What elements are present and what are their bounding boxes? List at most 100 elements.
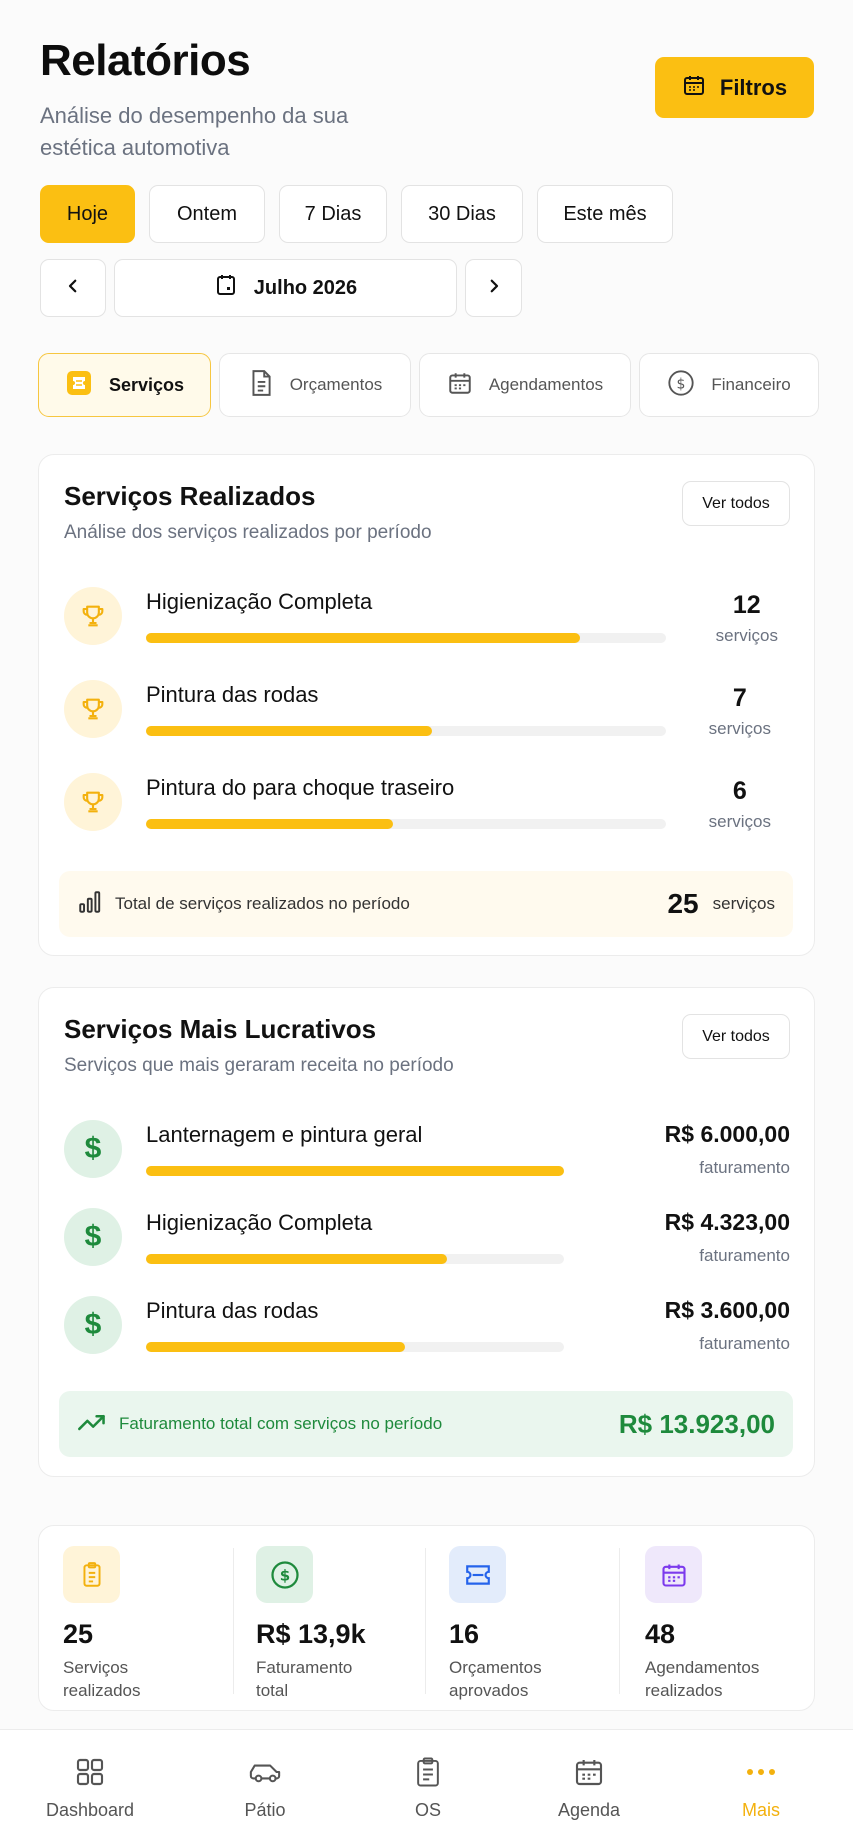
stat-services[interactable]: 25 Serviços realizados: [63, 1546, 193, 1702]
bar-chart-icon: [77, 889, 103, 920]
list-item[interactable]: $ Higienização Completa R$ 4.323,00 fatu…: [64, 1208, 790, 1268]
list-item[interactable]: $ Pintura das rodas R$ 3.600,00 faturame…: [64, 1296, 790, 1356]
total-services-summary: Total de serviços realizados no período …: [59, 871, 793, 937]
count-unit: serviços: [715, 626, 778, 645]
prev-month-button[interactable]: [40, 259, 106, 317]
svg-text:$: $: [677, 376, 686, 392]
see-all-button[interactable]: Ver todos: [682, 481, 790, 526]
list-item[interactable]: Higienização Completa 12 serviços: [64, 587, 790, 647]
stat-label: Agendamentos realizados: [645, 1658, 760, 1700]
list-item[interactable]: Pintura das rodas 7 serviços: [64, 680, 790, 740]
dollar-icon: $: [64, 1120, 122, 1178]
service-count: 12 serviços: [716, 591, 778, 646]
filters-button[interactable]: Filtros: [655, 57, 814, 118]
service-revenue: R$ 4.323,00 faturamento: [665, 1209, 790, 1266]
tab-agendamentos[interactable]: Agendamentos: [419, 353, 631, 417]
service-name: Pintura das rodas: [146, 682, 319, 707]
next-month-button[interactable]: [465, 259, 522, 317]
service-name: Lanternagem e pintura geral: [146, 1122, 423, 1147]
tab-label: Serviços: [108, 374, 185, 395]
month-label: Julho 2026: [253, 276, 358, 299]
divider: [425, 1548, 426, 1694]
card-title: Serviços Mais Lucrativos: [64, 1014, 377, 1044]
summary-stats: 25 Serviços realizados $ R$ 13,9k Fatura…: [38, 1525, 815, 1711]
progress-fill: [146, 819, 393, 829]
more-dots-icon: [696, 1754, 826, 1790]
report-tabs: Serviços Orçamentos Agendamentos $ Finan…: [38, 353, 819, 417]
profitable-services-card: Serviços Mais Lucrativos Serviços que ma…: [38, 987, 815, 1477]
services-done-card: Serviços Realizados Análise dos serviços…: [38, 454, 815, 956]
dollar-circle-icon: $: [667, 369, 695, 402]
month-selector: Julho 2026: [40, 259, 522, 317]
calendar-icon: [447, 370, 473, 401]
ticket-icon: [65, 369, 93, 402]
list-item[interactable]: $ Lanternagem e pintura geral R$ 6.000,0…: [64, 1120, 790, 1180]
tab-orcamentos[interactable]: Orçamentos: [219, 353, 411, 417]
trophy-icon: [64, 587, 122, 645]
progress-fill: [146, 633, 581, 643]
list-item[interactable]: Pintura do para choque traseiro 6 serviç…: [64, 773, 790, 833]
page-header: Relatórios Análise do desempenho da sua …: [40, 36, 420, 164]
revenue-unit: faturamento: [699, 1246, 790, 1265]
clipboard-icon: [363, 1754, 493, 1790]
progress-bar: [146, 1342, 564, 1352]
stat-value: 25: [63, 1619, 94, 1649]
filters-button-label: Filtros: [719, 74, 788, 100]
tab-label: Agendamentos: [488, 375, 604, 394]
chevron-right-icon: [485, 277, 503, 300]
total-unit: serviços: [712, 894, 775, 913]
nav-os[interactable]: OS: [363, 1754, 493, 1821]
divider: [619, 1548, 620, 1694]
nav-patio[interactable]: Pátio: [200, 1754, 330, 1821]
see-all-button[interactable]: Ver todos: [682, 1014, 790, 1059]
tab-label: Orçamentos: [289, 375, 383, 394]
stat-revenue[interactable]: $ R$ 13,9k Faturamento total: [256, 1546, 386, 1702]
nav-agenda[interactable]: Agenda: [524, 1754, 654, 1821]
total-revenue-summary: Faturamento total com serviços no períod…: [59, 1391, 793, 1457]
tab-servicos[interactable]: Serviços: [38, 353, 211, 417]
revenue-value: R$ 6.000,00: [664, 1121, 790, 1147]
nav-label: OS: [414, 1800, 441, 1820]
chip-hoje[interactable]: Hoje: [40, 185, 135, 243]
progress-fill: [146, 1342, 406, 1352]
count-unit: serviços: [708, 719, 771, 738]
count-unit: serviços: [708, 812, 771, 831]
chip-7-dias[interactable]: 7 Dias: [279, 185, 387, 243]
stat-value: 48: [645, 1619, 676, 1649]
nav-mais[interactable]: Mais: [696, 1754, 826, 1821]
stat-appointments[interactable]: 48 Agendamentos realizados: [645, 1546, 795, 1702]
stat-quotes[interactable]: 16 Orçamentos aprovados: [449, 1546, 579, 1702]
stat-label: Orçamentos aprovados: [449, 1658, 542, 1700]
nav-dashboard[interactable]: Dashboard: [25, 1754, 155, 1821]
progress-bar: [146, 1166, 564, 1176]
ticket-icon: [449, 1546, 506, 1603]
total-label: Total de serviços realizados no período: [115, 894, 410, 913]
card-title: Serviços Realizados: [64, 481, 316, 511]
nav-label: Pátio: [244, 1800, 286, 1820]
trophy-icon: [64, 680, 122, 738]
progress-fill: [146, 1254, 447, 1264]
service-count: 7 serviços: [709, 684, 771, 739]
tab-financeiro[interactable]: $ Financeiro: [639, 353, 819, 417]
progress-bar: [146, 1254, 564, 1264]
chip-ontem[interactable]: Ontem: [149, 185, 265, 243]
stat-value: R$ 13,9k: [256, 1619, 366, 1649]
card-subtitle: Análise dos serviços realizados por perí…: [64, 522, 432, 543]
stat-value: 16: [449, 1619, 480, 1649]
service-name: Higienização Completa: [146, 1210, 373, 1235]
stat-label: Faturamento total: [256, 1658, 353, 1700]
car-icon: [200, 1754, 330, 1790]
revenue-unit: faturamento: [699, 1334, 790, 1353]
chip-este-mes[interactable]: Este mês: [537, 185, 673, 243]
calendar-icon: [645, 1546, 702, 1603]
total-value: 25: [667, 888, 699, 919]
service-name: Pintura das rodas: [146, 1298, 319, 1323]
service-count: 6 serviços: [709, 777, 771, 832]
trending-up-icon: [77, 1409, 107, 1440]
total-label: Faturamento total com serviços no períod…: [119, 1414, 443, 1433]
chip-30-dias[interactable]: 30 Dias: [401, 185, 523, 243]
service-revenue: R$ 6.000,00 faturamento: [665, 1121, 790, 1178]
progress-bar: [146, 726, 666, 736]
month-display[interactable]: Julho 2026: [114, 259, 457, 317]
chevron-left-icon: [64, 277, 82, 300]
